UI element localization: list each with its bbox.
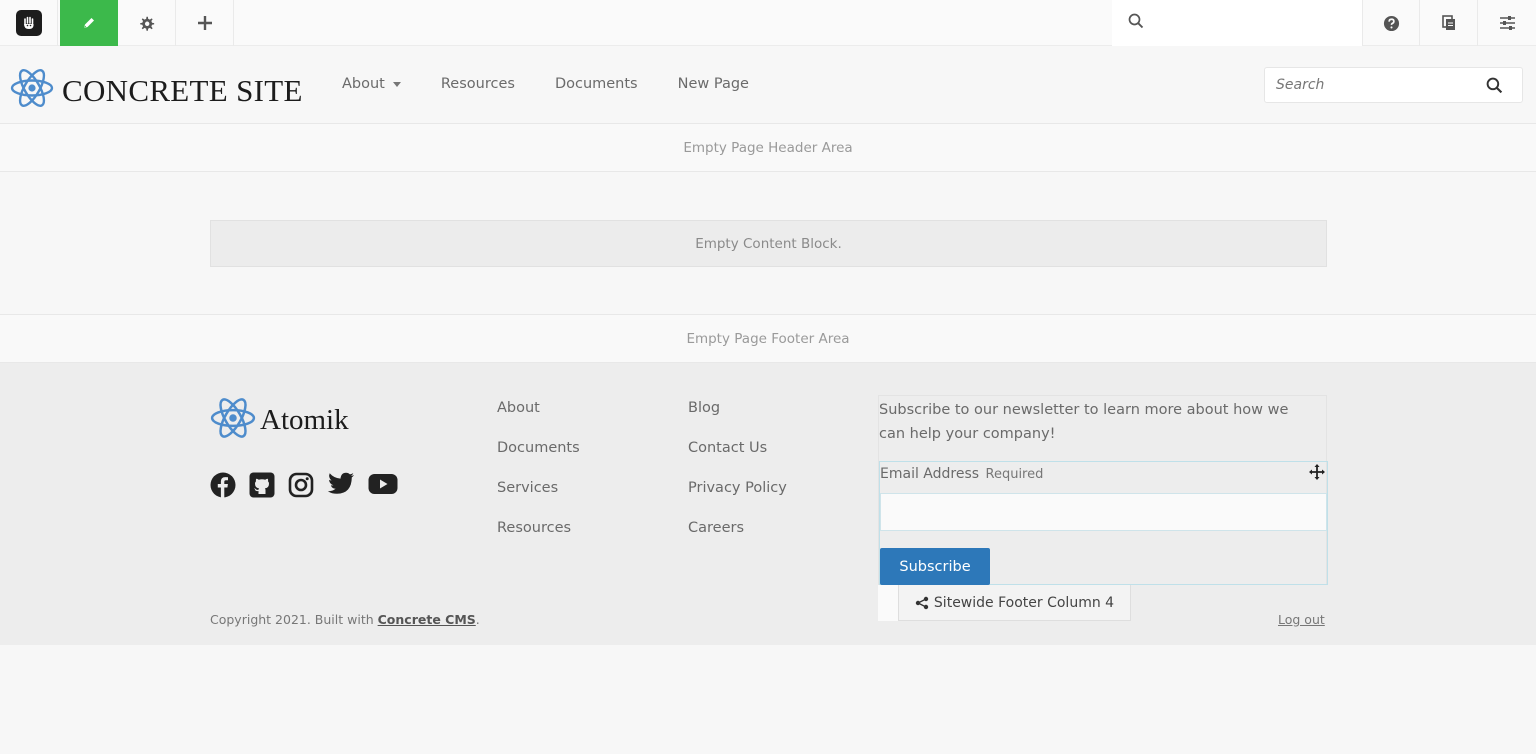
atom-logo-icon bbox=[10, 67, 54, 114]
toolbar-search-input[interactable] bbox=[1154, 15, 1354, 31]
concrete-cms-link[interactable]: Concrete CMS bbox=[378, 612, 476, 627]
site-search-input[interactable] bbox=[1265, 77, 1480, 93]
newsletter-form: Email Address Required Subscribe bbox=[879, 461, 1328, 585]
newsletter-block[interactable]: Subscribe to our newsletter to learn mor… bbox=[878, 395, 1328, 585]
plus-icon bbox=[197, 15, 213, 31]
main-nav: About Resources Documents New Page bbox=[342, 76, 789, 92]
area-tag-label: Sitewide Footer Column 4 bbox=[933, 594, 1115, 611]
footer-logo[interactable]: Atomik bbox=[210, 396, 349, 445]
site-footer: Atomik About Documents Services Resource… bbox=[0, 363, 1536, 645]
footer-link-resources[interactable]: Resources bbox=[497, 520, 580, 560]
area-tag-spacer bbox=[878, 585, 898, 621]
site-logo[interactable]: CONCRETE SITE bbox=[10, 67, 303, 114]
site-search bbox=[1264, 67, 1523, 103]
site-header: CONCRETE SITE About Resources Documents … bbox=[0, 46, 1536, 124]
edit-mode-button[interactable] bbox=[60, 0, 118, 46]
page-header-area[interactable]: Empty Page Header Area bbox=[0, 123, 1536, 172]
footer-brand-name: Atomik bbox=[260, 404, 349, 436]
email-label: Email Address Required bbox=[880, 466, 1043, 482]
youtube-icon[interactable] bbox=[368, 472, 398, 503]
footer-link-privacy-policy[interactable]: Privacy Policy bbox=[688, 480, 787, 520]
toolbar-search[interactable] bbox=[1112, 0, 1362, 46]
facebook-icon[interactable] bbox=[210, 472, 236, 503]
page-settings-button[interactable] bbox=[118, 0, 176, 46]
nav-item-new-page[interactable]: New Page bbox=[678, 76, 749, 92]
dashboard-panel-button[interactable] bbox=[1478, 0, 1536, 46]
footer-link-documents[interactable]: Documents bbox=[497, 440, 580, 480]
footer-link-contact-us[interactable]: Contact Us bbox=[688, 440, 787, 480]
search-icon[interactable] bbox=[1486, 77, 1503, 99]
question-circle-icon bbox=[1383, 15, 1400, 32]
search-icon bbox=[1128, 13, 1144, 34]
move-icon[interactable] bbox=[1309, 464, 1325, 485]
newsletter-text: Subscribe to our newsletter to learn mor… bbox=[879, 402, 1289, 442]
sitemap-button[interactable] bbox=[1420, 0, 1478, 46]
logout-link[interactable]: Log out bbox=[1278, 612, 1325, 627]
concrete-hand-icon bbox=[15, 10, 42, 36]
atom-logo-icon bbox=[210, 396, 256, 445]
footer-links-col1: About Documents Services Resources bbox=[497, 400, 580, 560]
twitter-icon[interactable] bbox=[327, 472, 355, 503]
nav-item-about[interactable]: About bbox=[342, 76, 401, 92]
page-footer-area[interactable]: Empty Page Footer Area bbox=[0, 314, 1536, 363]
nav-item-label: About bbox=[342, 76, 385, 92]
area-tag[interactable]: Sitewide Footer Column 4 bbox=[898, 585, 1131, 621]
pencil-icon bbox=[81, 15, 97, 31]
github-icon[interactable] bbox=[249, 472, 275, 503]
copyright-suffix: . bbox=[475, 612, 480, 627]
footer-link-careers[interactable]: Careers bbox=[688, 520, 787, 560]
email-field[interactable] bbox=[880, 493, 1327, 531]
email-label-text: Email Address bbox=[880, 466, 980, 482]
footer-link-blog[interactable]: Blog bbox=[688, 400, 787, 440]
copyright: Copyright 2021. Built with Concrete CMS. bbox=[210, 612, 480, 627]
pages-icon bbox=[1441, 15, 1457, 31]
cms-toolbar bbox=[0, 0, 1536, 46]
caret-down-icon bbox=[392, 81, 401, 87]
gear-icon bbox=[138, 15, 155, 32]
share-icon bbox=[915, 596, 929, 609]
help-button[interactable] bbox=[1362, 0, 1420, 46]
add-content-button[interactable] bbox=[176, 0, 234, 46]
footer-link-services[interactable]: Services bbox=[497, 480, 580, 520]
nav-item-resources[interactable]: Resources bbox=[441, 76, 515, 92]
footer-links-col2: Blog Contact Us Privacy Policy Careers bbox=[688, 400, 787, 560]
copyright-text: Copyright 2021. Built with bbox=[210, 612, 378, 627]
instagram-icon[interactable] bbox=[288, 472, 314, 503]
footer-link-about[interactable]: About bbox=[497, 400, 580, 440]
sliders-icon bbox=[1499, 15, 1516, 31]
required-label: Required bbox=[985, 467, 1044, 482]
site-brand-name: CONCRETE SITE bbox=[62, 72, 303, 108]
content-block[interactable]: Empty Content Block. bbox=[210, 220, 1327, 267]
social-links bbox=[210, 472, 411, 503]
nav-item-documents[interactable]: Documents bbox=[555, 76, 638, 92]
concrete-menu-button[interactable] bbox=[0, 0, 58, 46]
subscribe-button[interactable]: Subscribe bbox=[880, 548, 990, 585]
